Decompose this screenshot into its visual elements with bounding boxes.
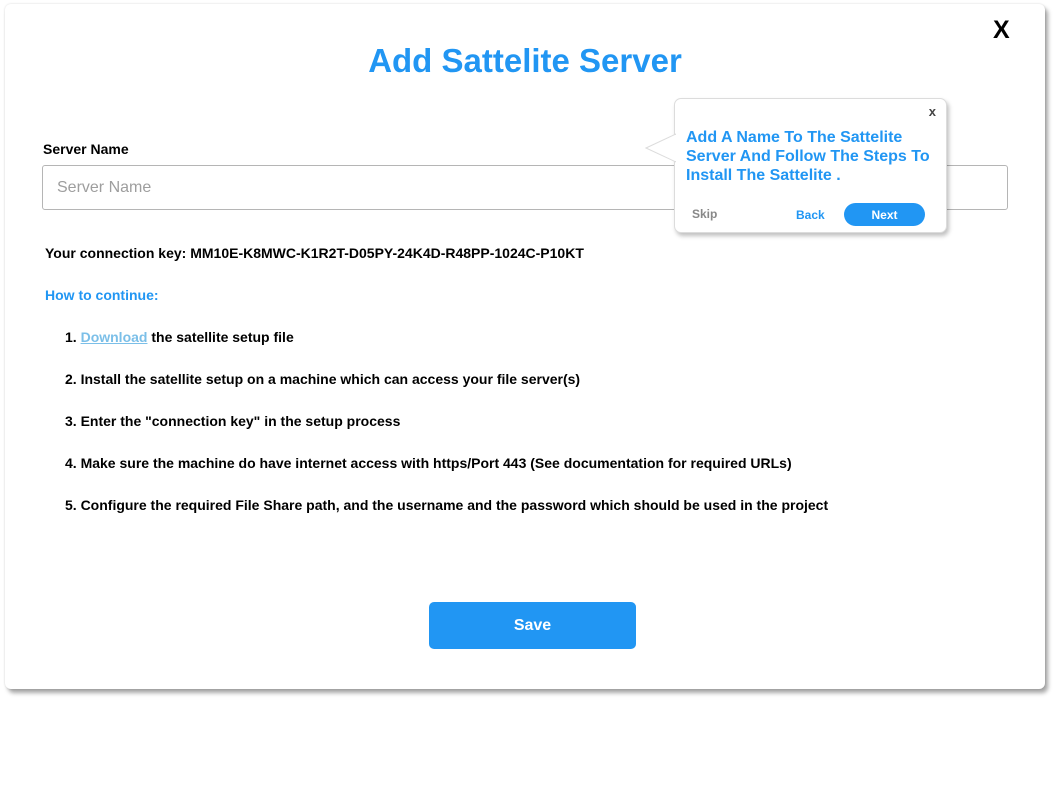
step-3: 3. Enter the "connection key" in the set… (65, 413, 401, 429)
tooltip-back-button[interactable]: Back (796, 208, 825, 222)
connection-key-text: Your connection key: MM10E-K8MWC-K1R2T-D… (45, 245, 584, 261)
tooltip-next-button[interactable]: Next (844, 203, 925, 226)
download-link[interactable]: Download (81, 329, 148, 345)
tooltip-arrow-icon (645, 133, 676, 163)
step-1-prefix: 1. (65, 329, 81, 345)
dialog-title: Add Sattelite Server (368, 42, 682, 79)
save-button[interactable]: Save (429, 602, 636, 649)
instruction-steps: 1. Download the satellite setup file 2. … (65, 329, 1025, 539)
tooltip-message: Add A Name To The Sattelite Server And F… (686, 129, 930, 184)
onboarding-tooltip: x Add A Name To The Sattelite Server And… (645, 98, 947, 233)
close-dialog-button[interactable]: X (993, 18, 1010, 43)
tooltip-skip-button[interactable]: Skip (692, 207, 717, 221)
tooltip-close-button[interactable]: x (929, 104, 936, 119)
step-1: 1. Download the satellite setup file (65, 329, 1025, 371)
step-2: 2. Install the satellite setup on a mach… (65, 371, 581, 387)
how-to-continue-heading: How to continue: (45, 287, 159, 303)
step-4: 4. Make sure the machine do have interne… (65, 455, 792, 471)
server-name-label: Server Name (43, 141, 129, 157)
step-5: 5. Configure the required File Share pat… (65, 497, 829, 513)
step-1-suffix: the satellite setup file (147, 329, 294, 345)
